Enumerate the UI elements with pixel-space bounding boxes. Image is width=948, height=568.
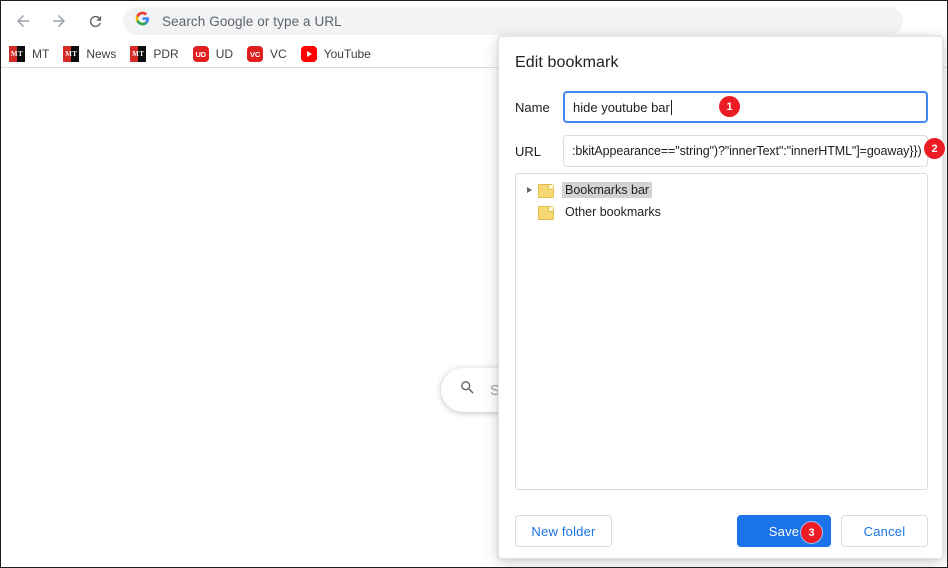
tree-item-other-bookmarks[interactable]: Other bookmarks: [516, 202, 927, 222]
tree-item-label: Other bookmarks: [565, 205, 661, 219]
new-folder-button[interactable]: New folder: [515, 515, 612, 547]
bookmark-item-mt[interactable]: MT MT: [3, 43, 55, 65]
browser-window: Search Google or type a URL MT MT MT New…: [0, 0, 948, 568]
mt-favicon: MT: [63, 46, 80, 62]
url-field-row: URL :bkitAppearance=="string")?"innerTex…: [515, 135, 928, 167]
mt-favicon: MT: [130, 46, 147, 62]
name-label: Name: [515, 99, 550, 115]
step-badge-1: 1: [719, 96, 740, 117]
mt-favicon: MT: [9, 46, 25, 62]
browser-toolbar: Search Google or type a URL: [1, 1, 947, 41]
omnibox[interactable]: Search Google or type a URL: [123, 7, 903, 35]
reload-button[interactable]: [81, 7, 109, 35]
arrow-right-icon: [50, 12, 68, 30]
bookmark-item-ud[interactable]: UD UD: [187, 43, 239, 65]
arrow-left-icon: [14, 12, 32, 30]
url-label: URL: [515, 143, 542, 159]
cancel-button[interactable]: Cancel: [841, 515, 928, 547]
name-input-value: hide youtube bar: [573, 99, 670, 115]
folder-tree[interactable]: Bookmarks bar Other bookmarks: [515, 173, 928, 490]
step-badge-2: 2: [924, 138, 945, 159]
bookmark-item-vc[interactable]: VC VC: [241, 43, 293, 65]
url-input-value: :bkitAppearance=="string")?"innerText":"…: [572, 144, 921, 158]
bookmark-label: UD: [215, 47, 234, 61]
vc-favicon: VC: [247, 46, 264, 62]
folder-icon: [538, 183, 554, 198]
forward-button[interactable]: [45, 7, 73, 35]
reload-icon: [87, 13, 104, 30]
back-button[interactable]: [9, 7, 37, 35]
bookmark-label: PDR: [153, 47, 179, 61]
google-g-icon: [135, 11, 150, 31]
name-input[interactable]: hide youtube bar: [563, 91, 928, 123]
dialog-title: Edit bookmark: [515, 54, 619, 71]
search-icon: [459, 379, 476, 401]
tree-item-label: Bookmarks bar: [562, 182, 653, 198]
bookmark-item-youtube[interactable]: YouTube: [295, 43, 377, 65]
bookmark-label: VC: [270, 47, 287, 61]
text-caret: [670, 99, 672, 115]
bookmark-label: MT: [32, 47, 50, 61]
folder-icon: [538, 205, 554, 220]
youtube-favicon: [300, 46, 317, 62]
bookmark-label: YouTube: [323, 47, 371, 61]
tree-item-bookmarks-bar[interactable]: Bookmarks bar: [516, 180, 927, 200]
url-input[interactable]: :bkitAppearance=="string")?"innerText":"…: [563, 135, 928, 167]
chevron-right-icon[interactable]: [522, 183, 536, 197]
ud-favicon: UD: [192, 46, 209, 62]
step-badge-3: 3: [801, 522, 822, 543]
bookmark-item-news[interactable]: MT News: [57, 43, 122, 65]
bookmark-label: News: [86, 47, 117, 61]
omnibox-placeholder: Search Google or type a URL: [162, 13, 342, 29]
edit-bookmark-dialog: Edit bookmark Name hide youtube bar URL …: [498, 36, 943, 559]
bookmark-item-pdr[interactable]: MT PDR: [124, 43, 184, 65]
